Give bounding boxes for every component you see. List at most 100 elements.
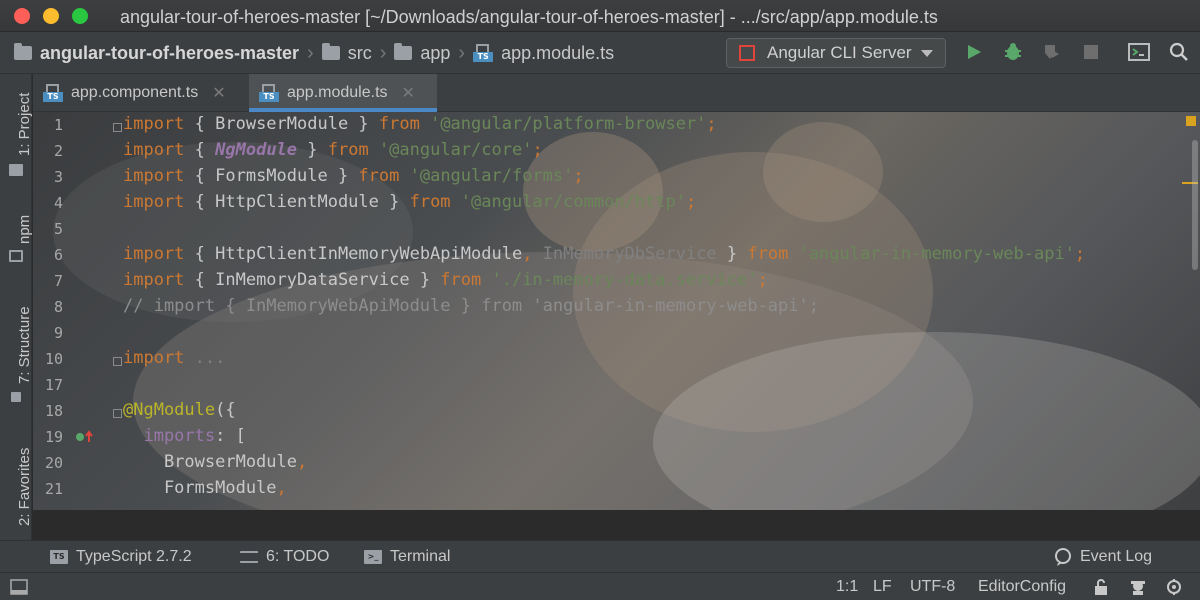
- folder-icon: [394, 43, 413, 60]
- line-number: 10: [44, 350, 63, 368]
- chevron-right-icon: ›: [307, 41, 314, 64]
- line-number: 20: [44, 454, 63, 472]
- angular-icon: [739, 45, 755, 61]
- code-token: { HttpClientModule }: [184, 192, 410, 212]
- tool-window-bar: TS TypeScript 2.7.2 6: TODO >_ Terminal …: [0, 540, 1200, 572]
- line-separator[interactable]: LF: [873, 573, 892, 600]
- implemented-marker-icon[interactable]: [75, 430, 95, 444]
- run-icon[interactable]: [963, 40, 985, 64]
- code-line: FormsModule,: [123, 478, 287, 498]
- folder-icon: [14, 43, 32, 60]
- code-token: import: [123, 166, 185, 186]
- zoom-window-button[interactable]: [72, 8, 88, 24]
- tab-label: app.component.ts: [71, 84, 199, 101]
- line-number: 21: [44, 480, 63, 498]
- tool-window-label: 6: TODO: [266, 548, 330, 565]
- code-token: import: [123, 348, 185, 368]
- code-token: ;: [573, 166, 584, 186]
- code-token: './in-memory-data.service': [481, 270, 758, 290]
- code-token: ;: [757, 270, 768, 290]
- editor-tab-bar: TS app.component.ts ✕ TS app.module.ts ✕: [33, 74, 1200, 112]
- code-token: FormsModule: [123, 478, 277, 498]
- title-bar: angular-tour-of-heroes-master [~/Downloa…: [0, 0, 1200, 32]
- line-number-gutter: 1 2 3 4 5 6 7 8 9 10 17 18 19 20 21: [33, 112, 89, 510]
- run-configuration-label: Angular CLI Server: [767, 43, 912, 62]
- tool-window-structure[interactable]: 7: Structure: [16, 306, 33, 384]
- toggle-tool-windows-icon[interactable]: [10, 573, 28, 600]
- close-icon[interactable]: ✕: [402, 83, 415, 103]
- tool-window-project[interactable]: 1: Project: [16, 93, 33, 156]
- code-token: { InMemoryDataService }: [184, 270, 441, 290]
- line-number: 5: [53, 220, 63, 238]
- code-token: ;: [685, 192, 697, 212]
- breadcrumb: angular-tour-of-heroes-master › src › ap…: [14, 32, 614, 74]
- search-icon[interactable]: [1168, 40, 1190, 64]
- breadcrumb-label: app: [420, 42, 451, 63]
- folder-icon: [9, 164, 23, 176]
- line-number: 3: [53, 168, 63, 186]
- code-token: from: [327, 140, 369, 160]
- tab-app-module[interactable]: TS app.module.ts ✕: [249, 74, 437, 112]
- tab-label: app.module.ts: [287, 84, 388, 101]
- code-token: from: [358, 166, 400, 186]
- code-token: }: [716, 244, 748, 264]
- tool-window-typescript[interactable]: TS TypeScript 2.7.2: [50, 541, 192, 573]
- close-icon[interactable]: ✕: [212, 83, 225, 103]
- line-number: 7: [53, 272, 63, 290]
- minimize-window-button[interactable]: [43, 8, 59, 24]
- code-token: '@angular/forms': [399, 166, 574, 186]
- tool-window-todo[interactable]: 6: TODO: [240, 541, 329, 573]
- code-line: import ...: [123, 348, 225, 368]
- code-token: import: [123, 192, 185, 212]
- line-number: 17: [44, 376, 63, 394]
- breadcrumb-src[interactable]: src: [321, 43, 372, 64]
- run-configuration-select[interactable]: Angular CLI Server: [726, 38, 946, 68]
- code-token: { FormsModule }: [184, 166, 359, 186]
- editor-config[interactable]: EditorConfig: [978, 573, 1066, 600]
- code-editor[interactable]: 1 2 3 4 5 6 7 8 9 10 17 18 19 20 21 impo…: [33, 112, 1200, 510]
- tool-window-event-log[interactable]: Event Log: [1054, 541, 1152, 573]
- code-token: ,: [522, 244, 533, 264]
- notifications-icon[interactable]: [1164, 573, 1186, 600]
- typescript-file-icon: TS: [43, 84, 63, 102]
- tab-app-component[interactable]: TS app.component.ts ✕: [33, 74, 247, 112]
- close-window-button[interactable]: [14, 8, 30, 24]
- tool-window-favorites[interactable]: 2: Favorites: [16, 448, 33, 526]
- warning-marker[interactable]: [1186, 116, 1196, 126]
- code-token: '@angular/core': [368, 140, 533, 160]
- terminal-icon[interactable]: [1128, 40, 1150, 64]
- lock-icon[interactable]: [1093, 573, 1109, 600]
- code-token: ({: [215, 400, 236, 420]
- code-token: @NgModule: [123, 400, 216, 420]
- code-token: {: [184, 140, 216, 160]
- debug-icon[interactable]: [1002, 40, 1024, 64]
- breadcrumb-project[interactable]: angular-tour-of-heroes-master: [14, 43, 299, 64]
- left-tool-strip: 1: Project npm 7: Structure 2: Favorites: [0, 74, 33, 540]
- code-line: imports: [: [123, 426, 245, 446]
- coverage-icon[interactable]: [1040, 40, 1062, 64]
- fold-toggle-icon[interactable]: [113, 123, 122, 132]
- code-token: 'angular-in-memory-web-api': [788, 244, 1075, 264]
- tool-window-npm[interactable]: npm: [16, 215, 33, 244]
- caret-position[interactable]: 1:1: [836, 573, 858, 600]
- code-line: import { InMemoryDataService } from './i…: [123, 270, 768, 290]
- vertical-scrollbar[interactable]: [1192, 140, 1198, 270]
- line-number: 18: [44, 402, 63, 420]
- tool-window-terminal[interactable]: >_ Terminal: [364, 541, 450, 573]
- breadcrumb-app[interactable]: app: [394, 43, 450, 64]
- breadcrumb-label: app.module.ts: [501, 42, 615, 63]
- line-number: 6: [53, 246, 63, 264]
- inspector-icon[interactable]: [1128, 573, 1148, 600]
- tool-window-label: Event Log: [1080, 548, 1153, 565]
- code-token: import: [123, 244, 185, 264]
- code-line: import { HttpClientInMemoryWebApiModule,…: [123, 244, 1085, 264]
- file-encoding[interactable]: UTF-8: [910, 573, 955, 600]
- code-token: import: [123, 114, 185, 134]
- fold-toggle-icon[interactable]: [113, 409, 122, 418]
- breadcrumb-file[interactable]: TS app.module.ts: [473, 43, 614, 64]
- fold-toggle-icon[interactable]: [113, 357, 122, 366]
- line-number: 8: [53, 298, 63, 316]
- stop-icon[interactable]: [1080, 40, 1102, 64]
- terminal-icon: >_: [364, 550, 382, 564]
- line-number: 4: [53, 194, 63, 212]
